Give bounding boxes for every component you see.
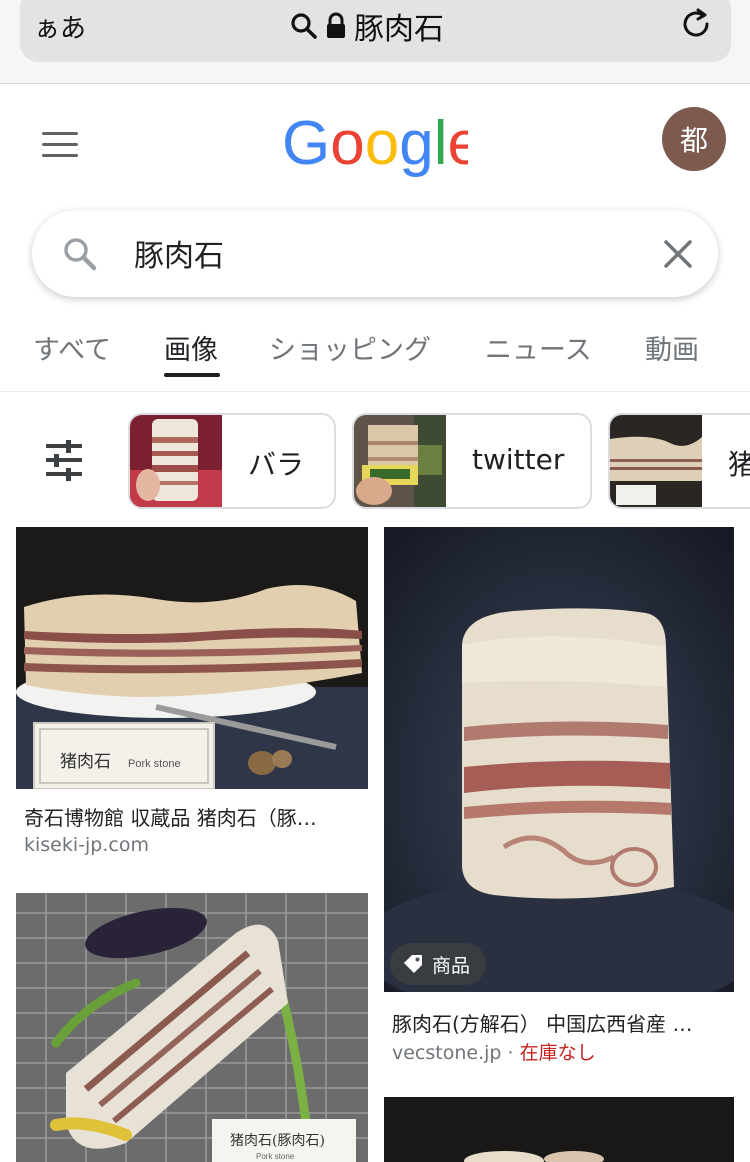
reader-settings-button[interactable]: ぁあ <box>34 8 86 45</box>
tab-videos[interactable]: 動画 <box>645 328 699 367</box>
stock-status: 在庫なし <box>519 1042 596 1064</box>
result-source[interactable]: kiseki-jp.com <box>24 834 149 856</box>
search-box <box>32 210 718 297</box>
tab-shopping[interactable]: ショッピング <box>269 328 431 367</box>
url-text: 豚肉石 <box>354 12 444 47</box>
pork-stone-photo <box>384 527 734 992</box>
google-logo[interactable]: Google <box>282 108 468 184</box>
plaque-text-en: Pork stone <box>128 758 181 770</box>
result-image-4[interactable] <box>384 1097 734 1162</box>
badge-label: 商品 <box>432 954 471 977</box>
result-title[interactable]: 豚肉石(方解石） 中国広西省産 … <box>392 1008 730 1037</box>
result-source-domain: vecstone.jp <box>392 1042 502 1064</box>
tag-icon <box>404 955 422 973</box>
product-badge: 商品 <box>390 943 487 985</box>
chip-bara[interactable]: バラ <box>128 413 336 509</box>
active-tab-indicator <box>164 373 220 377</box>
chip-inoshishi[interactable]: 猪 <box>608 413 750 509</box>
tune-icon[interactable] <box>42 438 86 482</box>
search-icon[interactable] <box>60 234 100 274</box>
chip-label: twitter <box>472 443 565 476</box>
tab-images[interactable]: 画像 <box>164 328 218 367</box>
search-input[interactable] <box>134 228 634 278</box>
close-icon[interactable] <box>658 234 698 274</box>
result-source[interactable]: vecstone.jp · 在庫なし <box>392 1038 596 1065</box>
chip-thumbnail <box>130 415 222 507</box>
search-icon <box>291 13 317 39</box>
pork-stone-photo <box>384 1097 734 1162</box>
tab-all[interactable]: すべて <box>33 328 111 367</box>
source-separator: · <box>501 1042 520 1064</box>
plaque-text: 猪肉石(豚肉石) <box>230 1133 325 1149</box>
chip-thumbnail <box>610 415 702 507</box>
chip-label: バラ <box>248 448 305 481</box>
lock-icon <box>327 12 345 38</box>
result-image-2[interactable]: 商品 <box>384 527 734 992</box>
svg-text:Google: Google <box>282 109 468 178</box>
result-image-1[interactable]: 猪肉石 Pork stone <box>16 527 368 789</box>
address-bar[interactable]: ぁあ 豚肉石 <box>20 0 731 62</box>
browser-toolbar: ぁあ 豚肉石 <box>0 0 750 84</box>
search-tabs: すべて 画像 ショッピング ニュース 動画 <box>0 320 750 392</box>
plaque-text: 猪肉石 <box>60 752 111 772</box>
url-display[interactable]: 豚肉石 <box>290 6 444 47</box>
chip-thumbnail <box>354 415 446 507</box>
result-title[interactable]: 奇石博物館 収蔵品 猪肉石（豚… <box>24 802 364 831</box>
pork-stone-photo: 猪肉石 Pork stone <box>16 527 368 789</box>
chip-label: 猪 <box>728 443 750 483</box>
result-image-3[interactable]: 猪肉石(豚肉石) Pork stone <box>16 893 368 1162</box>
reload-icon[interactable] <box>678 6 714 42</box>
tab-news[interactable]: ニュース <box>485 328 592 367</box>
menu-icon[interactable] <box>42 132 78 158</box>
chip-twitter[interactable]: twitter <box>352 413 592 509</box>
pork-stone-photo: 猪肉石(豚肉石) Pork stone <box>16 893 368 1162</box>
avatar[interactable]: 都 <box>662 107 726 171</box>
plaque-text-en: Pork stone <box>256 1152 295 1161</box>
